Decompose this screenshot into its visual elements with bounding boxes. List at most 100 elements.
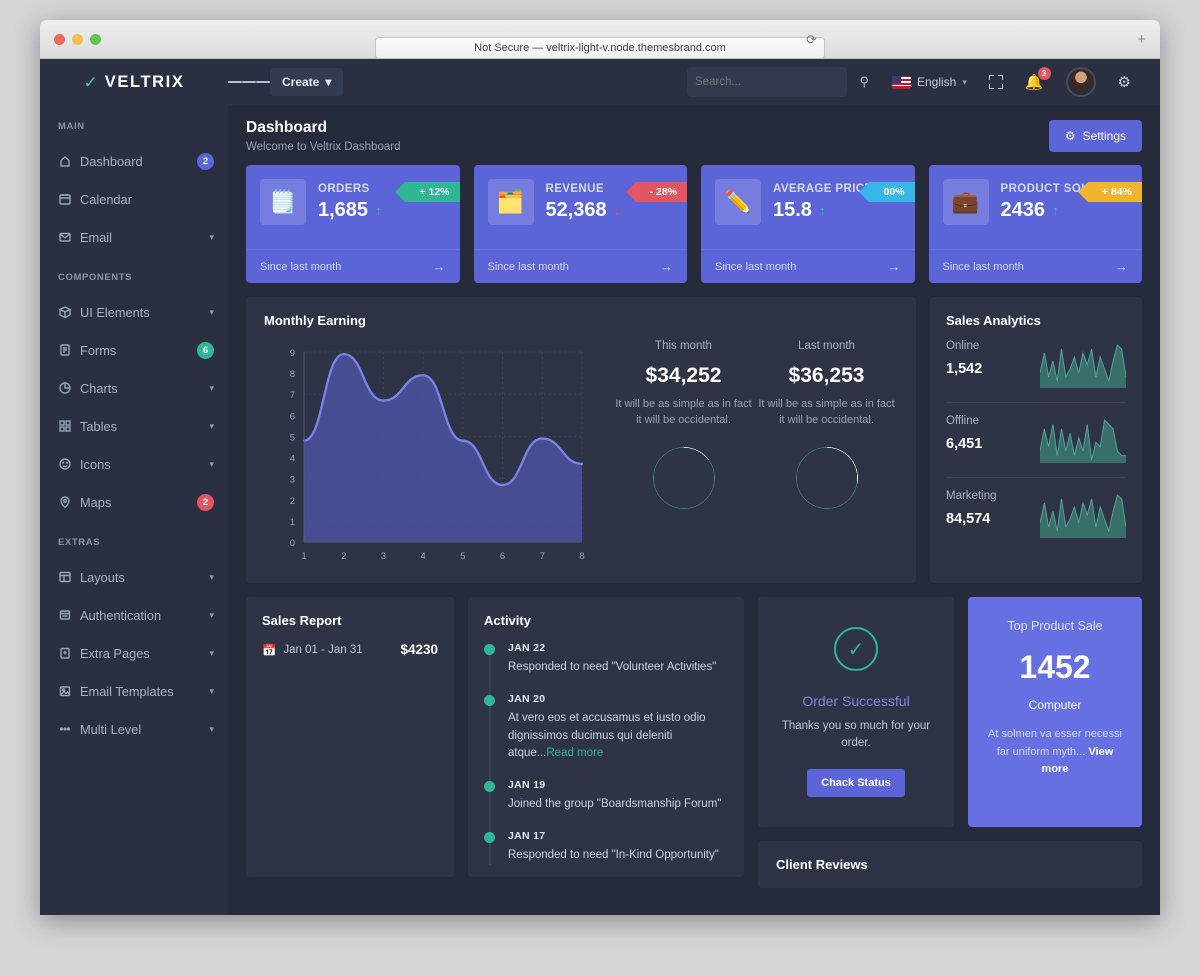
ellipsis-icon: [58, 722, 80, 736]
sidebar-section-title: EXTRAS: [58, 537, 101, 548]
arrow-right-icon[interactable]: →: [888, 259, 901, 274]
svg-text:4: 4: [420, 551, 425, 562]
stat-card-revenue[interactable]: - 28% 🗂️ REVENUE 52,368 ↓ Since last month →: [473, 165, 687, 283]
smile-icon: [58, 457, 80, 471]
search-icon[interactable]: ⚲: [859, 74, 869, 90]
app-settings-button[interactable]: ⚙: [1107, 59, 1142, 105]
order-successful-card: ✓ Order Successful Thanks you so much fo…: [758, 597, 954, 827]
sa-value: 84,574: [946, 511, 991, 527]
this-month-block: This month $34,252 It will be as simple …: [612, 340, 755, 577]
arrow-right-icon[interactable]: →: [433, 259, 446, 274]
activity-card[interactable]: Activity JAN 22 Responded to need "Volunt…: [468, 597, 744, 877]
language-selector[interactable]: English ▾: [881, 59, 978, 105]
stat-value-row: 15.8 ↑: [773, 199, 915, 222]
sparkline-svg: [1039, 418, 1126, 463]
user-profile-button[interactable]: [1055, 59, 1107, 105]
sales-report-date-range[interactable]: 📅 Jan 01 - Jan 31: [262, 643, 363, 657]
activity-text: Responded to need "In-Kind Opportunity": [508, 849, 719, 862]
stat-card-average-price[interactable]: 00% ✏️ AVERAGE PRICE 15.8 ↑ Since last month →: [701, 165, 915, 283]
window-controls[interactable]: [54, 34, 101, 45]
page-body: + 12% 🗒️ ORDERS 1,685 ↑ Since last month → - 28…: [228, 165, 1160, 906]
client-reviews-title: Client Reviews: [776, 857, 868, 872]
sidebar-item-ui-elements[interactable]: UI Elements ▾: [40, 293, 228, 331]
sidebar: ✓ VELTRIX MAIN Dashboard 2 Calendar Email ▾ CO…: [40, 59, 228, 915]
svg-text:8: 8: [579, 551, 584, 562]
order-row: ✓ Order Successful Thanks you so much fo…: [758, 597, 1142, 827]
sidebar-item-maps[interactable]: Maps 2: [40, 483, 228, 521]
hamburger-icon[interactable]: [228, 59, 270, 105]
sidebar-item-label: Multi Level: [80, 721, 142, 737]
sparkline-online: [1039, 340, 1127, 388]
address-bar-text[interactable]: Not Secure — veltrix-light-v.node.themes…: [375, 37, 825, 59]
reload-icon[interactable]: ⟳: [806, 32, 817, 48]
this-month-label: This month: [655, 340, 712, 352]
address-bar[interactable]: Not Secure — veltrix-light-v.node.themes…: [375, 29, 825, 59]
svg-text:3: 3: [381, 551, 386, 562]
stat-ribbon: + 12%: [395, 182, 460, 202]
browser-titlebar: Not Secure — veltrix-light-v.node.themes…: [40, 20, 1160, 59]
svg-text:7: 7: [540, 551, 545, 562]
create-button[interactable]: Create ▾: [270, 68, 344, 96]
trend-up-icon: ↑: [818, 203, 826, 218]
sidebar-item-extra-pages[interactable]: Extra Pages ▾: [40, 634, 228, 672]
top-product-subtitle: Computer: [1028, 698, 1082, 712]
close-window-button[interactable]: [54, 34, 65, 45]
sidebar-item-email-templates[interactable]: Email Templates ▾: [40, 672, 228, 710]
stat-value: 52,368: [545, 199, 607, 221]
new-tab-button[interactable]: +: [1137, 31, 1146, 48]
maximize-window-button[interactable]: [90, 34, 101, 45]
sidebar-item-tables[interactable]: Tables ▾: [40, 407, 228, 445]
minimize-window-button[interactable]: [72, 34, 83, 45]
sales-analytics-item: Offline 6,451: [946, 403, 1126, 463]
sidebar-item-email[interactable]: Email ▾: [40, 218, 228, 256]
sidebar-item-label: Maps: [80, 494, 112, 510]
read-more-link[interactable]: Read more: [546, 747, 603, 759]
arrow-right-icon[interactable]: →: [1115, 259, 1128, 274]
fullscreen-button[interactable]: [978, 59, 1014, 105]
timeline-dot-icon: [484, 695, 495, 707]
sidebar-item-charts[interactable]: Charts ▾: [40, 369, 228, 407]
svg-text:3: 3: [290, 475, 295, 486]
activity-item: JAN 20 At vero eos et accusamus et iusto …: [484, 693, 728, 762]
activity-text-row: Responded to need "Volunteer Activities": [508, 659, 728, 676]
months-comparison: This month $34,252 It will be as simple …: [594, 340, 898, 577]
folders-icon: 🗂️: [487, 179, 534, 225]
stat-footer[interactable]: Since last month →: [701, 249, 915, 283]
sidebar-item-forms[interactable]: Forms 6: [40, 331, 228, 369]
sa-text: Offline 6,451: [946, 415, 1040, 452]
svg-text:1: 1: [301, 551, 306, 562]
check-status-button[interactable]: Chack Status: [807, 768, 905, 797]
settings-button[interactable]: ⚙ Settings: [1048, 120, 1142, 152]
chevron-down-icon: ▾: [209, 420, 214, 431]
sidebar-item-label: Dashboard: [80, 153, 143, 169]
pencil-icon: ✏️: [715, 179, 761, 225]
sidebar-item-multi-level[interactable]: Multi Level ▾: [40, 710, 228, 748]
arrow-right-icon[interactable]: →: [660, 259, 673, 274]
stat-value: 1,685: [318, 199, 369, 221]
svg-text:8: 8: [290, 369, 295, 380]
top-product-sale-card: Top Product Sale 1452 Computer At solmen…: [968, 597, 1142, 827]
stat-card-product-sold[interactable]: + 84% 💼 PRODUCT SOLD 2436 ↑ Since last month →: [928, 165, 1142, 283]
stat-footer-label: Since last month: [487, 260, 569, 273]
stat-footer[interactable]: Since last month →: [246, 249, 460, 283]
gear-icon: ⚙: [1064, 129, 1076, 143]
sidebar-item-calendar[interactable]: Calendar: [40, 180, 228, 218]
stat-footer[interactable]: Since last month →: [473, 249, 687, 283]
sa-name: Marketing: [946, 490, 997, 502]
sidebar-item-label: Email: [80, 229, 112, 245]
sales-report-summary: 📅 Jan 01 - Jan 31 $4230: [262, 642, 438, 657]
sidebar-item-layouts[interactable]: Layouts ▾: [40, 558, 228, 596]
stat-card-orders[interactable]: + 12% 🗒️ ORDERS 1,685 ↑ Since last month →: [246, 165, 460, 283]
sidebar-item-dashboard[interactable]: Dashboard 2: [40, 142, 228, 180]
us-flag-icon: [891, 75, 911, 89]
right-column: ✓ Order Successful Thanks you so much fo…: [758, 597, 1142, 888]
notifications-button[interactable]: 🔔 3: [1014, 59, 1055, 105]
stat-footer[interactable]: Since last month →: [928, 249, 1142, 283]
trend-down-icon: ↓: [613, 203, 621, 218]
sidebar-item-authentication[interactable]: Authentication ▾: [40, 596, 228, 634]
sidebar-item-icons[interactable]: Icons ▾: [40, 445, 228, 483]
search-input[interactable]: [694, 76, 839, 88]
brand-logo[interactable]: ✓ VELTRIX: [40, 59, 228, 105]
search-box[interactable]: ⚲: [686, 67, 869, 97]
sidebar-item-label: Extra Pages: [80, 645, 150, 661]
